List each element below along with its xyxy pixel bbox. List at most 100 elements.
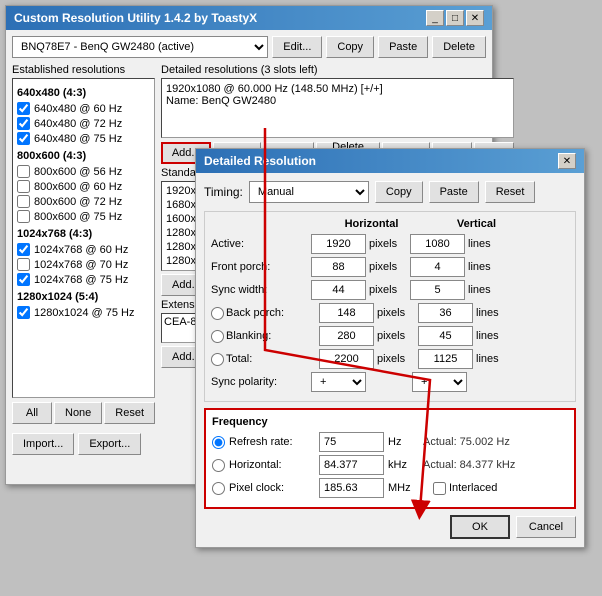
main-title-bar: Custom Resolution Utility 1.4.2 by Toast… (6, 6, 492, 30)
left-toolbar: All None Reset (12, 402, 155, 424)
param-active: Active: pixels lines (211, 234, 569, 254)
back-porch-radio[interactable] (211, 307, 224, 320)
timing-label: Timing: (204, 185, 243, 199)
param-back-porch: Back porch: pixels lines (211, 303, 569, 323)
list-item[interactable]: 1024x768 @ 70 Hz (17, 257, 150, 272)
horizontal-freq-radio[interactable] (212, 459, 225, 472)
dialog-close-button[interactable]: ✕ (558, 153, 576, 169)
refresh-rate-actual: Actual: 75.002 Hz (423, 436, 510, 448)
list-item[interactable]: 800x600 @ 60 Hz (17, 179, 150, 194)
frequency-section: Frequency Refresh rate: Hz Actual: 75.00… (204, 408, 576, 509)
list-item[interactable]: 1024x768 @ 60 Hz (17, 242, 150, 257)
vertical-header: Vertical (424, 218, 529, 230)
total-radio-label[interactable]: Total: (211, 353, 319, 366)
list-item[interactable]: 800x600 @ 75 Hz (17, 209, 150, 224)
param-header: Horizontal Vertical (211, 218, 569, 230)
refresh-rate-radio[interactable] (212, 436, 225, 449)
edit-button[interactable]: Edit... (272, 36, 322, 58)
minimize-button[interactable]: _ (426, 10, 444, 26)
group-640x480: 640x480 (4:3) (17, 87, 150, 99)
front-porch-v-input[interactable] (410, 257, 465, 277)
copy-button[interactable]: Copy (326, 36, 374, 58)
established-resolutions-label: Established resolutions (12, 64, 155, 76)
list-item[interactable]: 1280x1024 @ 75 Hz (17, 305, 150, 320)
left-column: Established resolutions 640x480 (4:3) 64… (12, 64, 155, 427)
back-porch-v-input[interactable] (418, 303, 473, 323)
horizontal-header: Horizontal (319, 218, 424, 230)
param-total: Total: pixels lines (211, 349, 569, 369)
blanking-radio-label[interactable]: Blanking: (211, 330, 319, 343)
list-item[interactable]: 640x480 @ 72 Hz (17, 116, 150, 131)
total-v-input[interactable] (418, 349, 473, 369)
pixel-clock-input[interactable] (319, 478, 384, 498)
delete-button[interactable]: Delete (432, 36, 486, 58)
dialog-title-controls: ✕ (558, 153, 576, 169)
refresh-rate-label: Refresh rate: (229, 436, 319, 448)
back-porch-radio-label[interactable]: Back porch: (211, 307, 319, 320)
dialog-copy-button[interactable]: Copy (375, 181, 423, 203)
sync-width-h-input[interactable] (311, 280, 366, 300)
dialog-title: Detailed Resolution (204, 154, 316, 168)
dialog-footer: OK Cancel (204, 515, 576, 539)
back-porch-h-input[interactable] (319, 303, 374, 323)
horizontal-freq-actual: Actual: 84.377 kHz (423, 459, 515, 471)
active-v-input[interactable] (410, 234, 465, 254)
paste-button[interactable]: Paste (378, 36, 428, 58)
reset-button[interactable]: Reset (104, 402, 155, 424)
horizontal-freq-label: Horizontal: (229, 459, 319, 471)
group-1024x768: 1024x768 (4:3) (17, 228, 150, 240)
list-item[interactable]: 1024x768 @ 75 Hz (17, 272, 150, 287)
main-title-controls: _ □ ✕ (426, 10, 484, 26)
freq-pixel-row: Pixel clock: MHz Interlaced (212, 478, 568, 498)
total-radio[interactable] (211, 353, 224, 366)
dialog-paste-button[interactable]: Paste (429, 181, 479, 203)
sync-polarity-v-select[interactable]: +- (412, 372, 467, 392)
refresh-rate-unit: Hz (388, 436, 423, 448)
dialog-title-bar: Detailed Resolution ✕ (196, 149, 584, 173)
detailed-content: 1920x1080 @ 60.000 Hz (148.50 MHz) [+/+] (166, 83, 509, 95)
none-button[interactable]: None (54, 402, 102, 424)
dialog-reset-button[interactable]: Reset (485, 181, 536, 203)
sync-width-v-input[interactable] (410, 280, 465, 300)
active-h-input[interactable] (311, 234, 366, 254)
ok-button[interactable]: OK (450, 515, 510, 539)
blanking-h-input[interactable] (319, 326, 374, 346)
total-h-input[interactable] (319, 349, 374, 369)
timing-select[interactable]: Manual GTF CVT CVT-RB (249, 181, 369, 203)
param-front-porch: Front porch: pixels lines (211, 257, 569, 277)
refresh-rate-input[interactable] (319, 432, 384, 452)
close-button[interactable]: ✕ (466, 10, 484, 26)
list-item[interactable]: 640x480 @ 75 Hz (17, 131, 150, 146)
param-spacer (211, 218, 319, 230)
export-button[interactable]: Export... (78, 433, 141, 455)
maximize-button[interactable]: □ (446, 10, 464, 26)
timing-row: Timing: Manual GTF CVT CVT-RB Copy Paste… (204, 181, 576, 203)
list-item[interactable]: 800x600 @ 56 Hz (17, 164, 150, 179)
front-porch-h-input[interactable] (311, 257, 366, 277)
main-window-title: Custom Resolution Utility 1.4.2 by Toast… (14, 11, 257, 25)
interlaced-label[interactable]: Interlaced (433, 482, 497, 495)
list-item[interactable]: 800x600 @ 72 Hz (17, 194, 150, 209)
parameters-section: Horizontal Vertical Active: pixels lines… (204, 211, 576, 402)
sync-polarity-h-select[interactable]: +- (311, 372, 366, 392)
detailed-name: Name: BenQ GW2480 (166, 95, 509, 107)
pixel-clock-radio[interactable] (212, 482, 225, 495)
cancel-button[interactable]: Cancel (516, 516, 576, 538)
pixel-clock-label: Pixel clock: (229, 482, 319, 494)
freq-refresh-row: Refresh rate: Hz Actual: 75.002 Hz (212, 432, 568, 452)
param-sync-polarity: Sync polarity: +- +- (211, 372, 569, 392)
horizontal-freq-input[interactable] (319, 455, 384, 475)
horizontal-freq-unit: kHz (388, 459, 423, 471)
detailed-box: 1920x1080 @ 60.000 Hz (148.50 MHz) [+/+]… (161, 78, 514, 138)
list-item[interactable]: 640x480 @ 60 Hz (17, 101, 150, 116)
blanking-radio[interactable] (211, 330, 224, 343)
param-sync-width: Sync width: pixels lines (211, 280, 569, 300)
device-row: BNQ78E7 - BenQ GW2480 (active) Edit... C… (12, 36, 486, 58)
interlaced-checkbox[interactable] (433, 482, 446, 495)
all-button[interactable]: All (12, 402, 52, 424)
resolutions-box: 640x480 (4:3) 640x480 @ 60 Hz 640x480 @ … (12, 78, 155, 398)
device-select[interactable]: BNQ78E7 - BenQ GW2480 (active) (12, 36, 268, 58)
blanking-v-input[interactable] (418, 326, 473, 346)
freq-horizontal-row: Horizontal: kHz Actual: 84.377 kHz (212, 455, 568, 475)
import-button[interactable]: Import... (12, 433, 74, 455)
